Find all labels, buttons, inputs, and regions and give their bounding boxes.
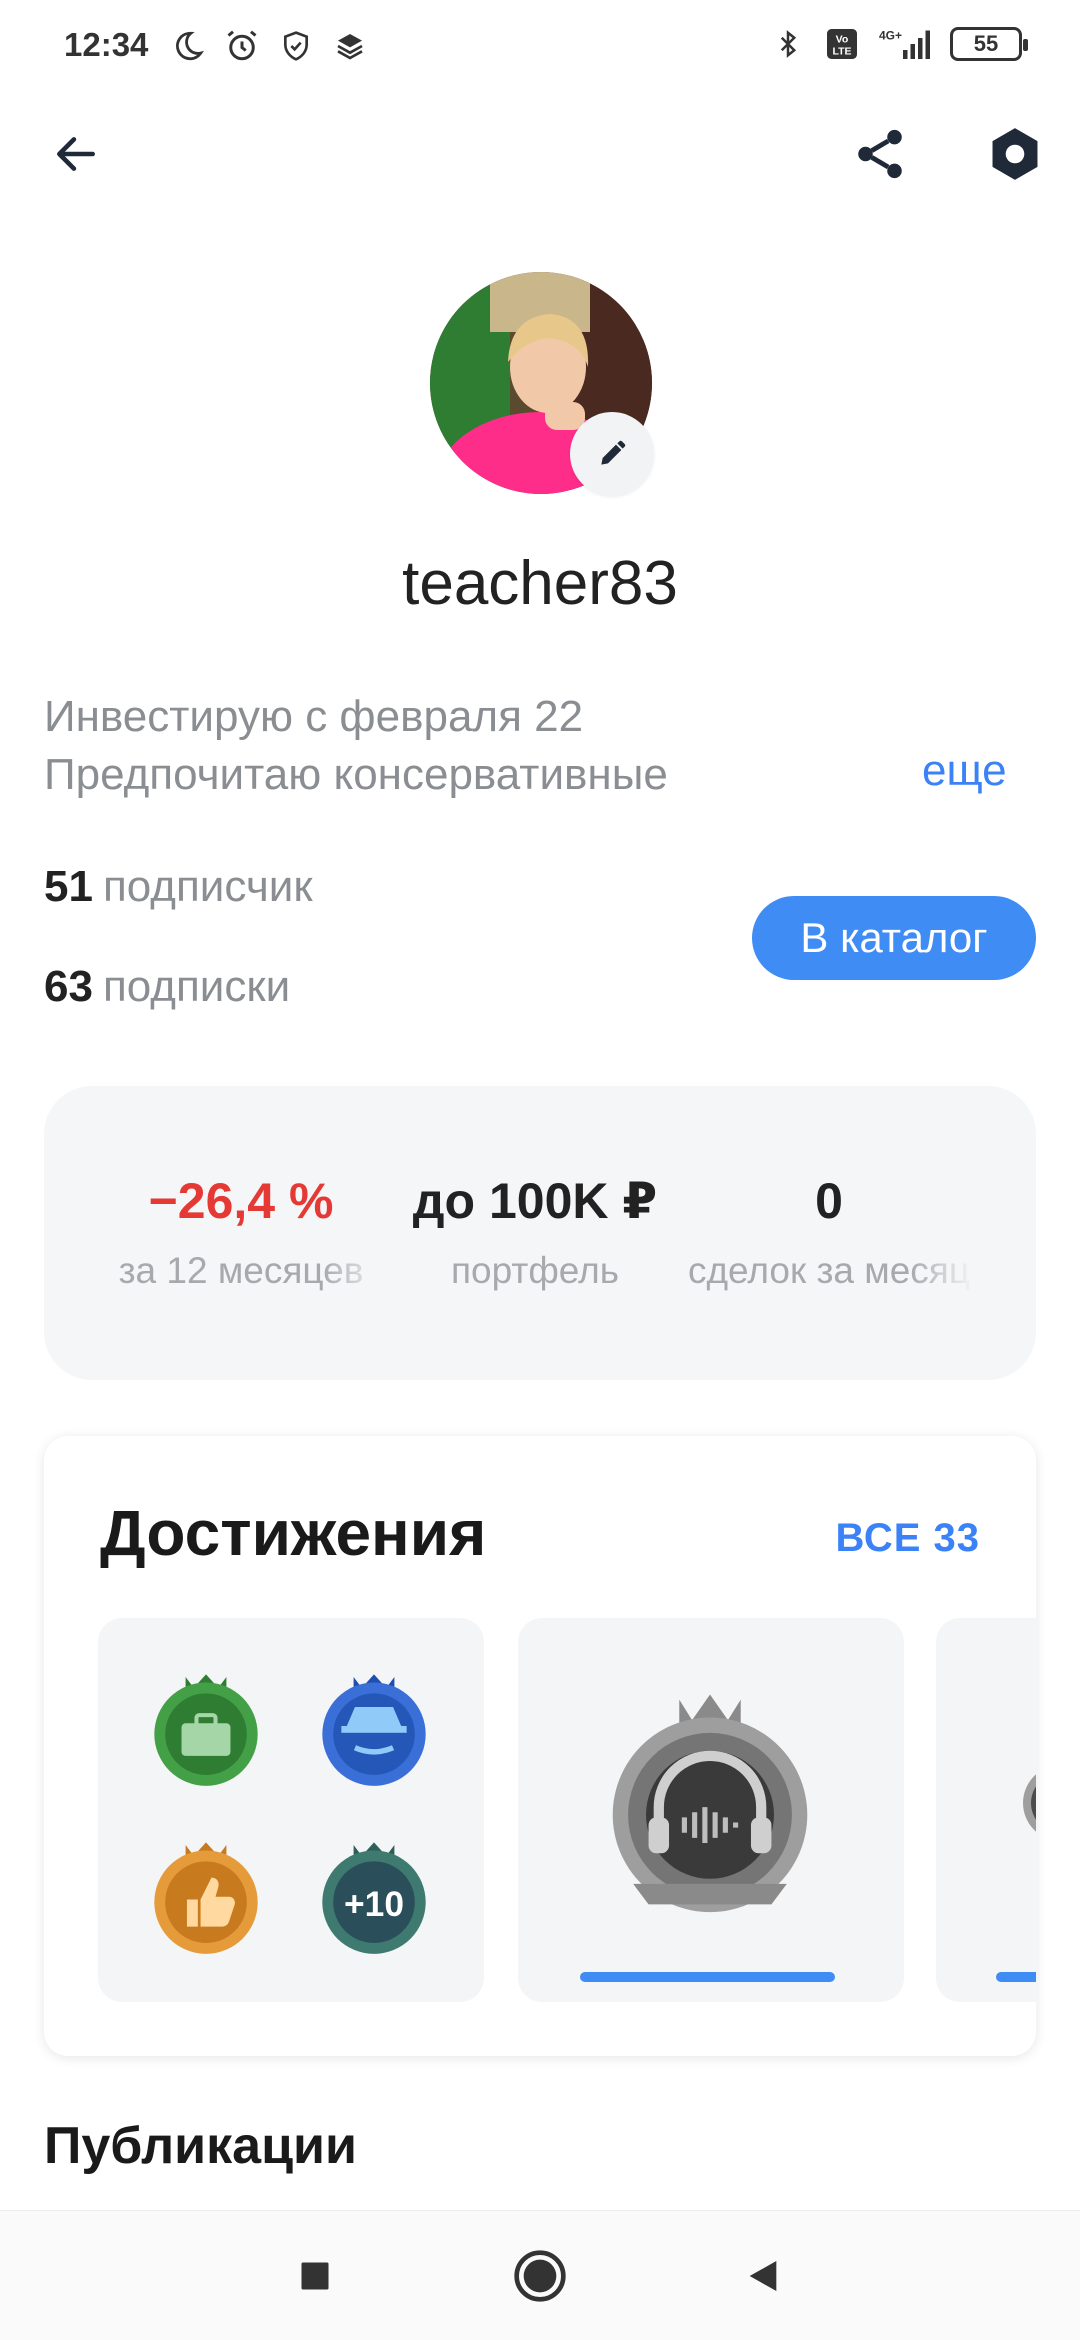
- bio-line-2: Предпочитаю консервативные: [44, 750, 668, 799]
- status-bar: 12:34 Vo LTE 4G+ 55: [0, 0, 1080, 96]
- bluetooth-icon: [768, 24, 808, 64]
- signal-icon: 4G+: [876, 24, 936, 64]
- badge-partial-icon: [1023, 1774, 1036, 1832]
- followers-link[interactable]: 51 подписчик: [44, 862, 313, 912]
- following-link[interactable]: 63 подписки: [44, 962, 290, 1012]
- bio-line-1: Инвестирую с февраля 22: [44, 692, 584, 741]
- status-icons-right: Vo LTE 4G+ 55: [768, 24, 1028, 64]
- battery-indicator: 55: [950, 27, 1028, 61]
- achievement-progress-bar-partial: [996, 1972, 1036, 1982]
- achievements-all-link[interactable]: ВСЕ 33: [835, 1516, 980, 1561]
- stats-card: −26,4 % за 12 месяцев до 100K ₽ портфель…: [44, 1086, 1036, 1380]
- achievements-title: Достижения: [100, 1497, 487, 1569]
- achievement-progress-bar: [580, 1972, 835, 1982]
- settings-hexagon-icon: [992, 128, 1038, 180]
- back-arrow-icon: [57, 137, 95, 171]
- share-icon: [858, 129, 902, 179]
- shield-icon: [276, 26, 316, 66]
- back-nav-button[interactable]: [728, 2241, 798, 2311]
- recent-apps-icon: [301, 2262, 329, 2290]
- more-badges-icon: +10: [322, 1842, 426, 1954]
- achievement-tile-partial[interactable]: [936, 1618, 1036, 2002]
- top-toolbar: [0, 104, 1080, 200]
- achievement-tile-headphones[interactable]: [518, 1618, 904, 2002]
- catalog-button[interactable]: В каталог: [752, 896, 1036, 980]
- stat-deals-value: 0: [815, 1173, 843, 1229]
- following-count: 63: [44, 962, 93, 1011]
- achievement-group-tile[interactable]: +10: [98, 1618, 484, 2002]
- stat-yield-value: −26,4 %: [148, 1173, 334, 1229]
- settings-button[interactable]: [975, 114, 1055, 194]
- briefcase-badge-icon: [154, 1674, 258, 1786]
- volte-icon: Vo LTE: [822, 24, 862, 64]
- stat-yield-label: за 12 месяцев: [118, 1250, 364, 1291]
- layers-icon: [330, 26, 370, 66]
- stat-portfolio-label: портфель: [451, 1250, 619, 1291]
- alarm-icon: [222, 26, 262, 66]
- svg-text:Vo: Vo: [836, 34, 849, 46]
- back-triangle-icon: [749, 2261, 777, 2291]
- back-button[interactable]: [36, 114, 116, 194]
- stat-deals: 0 сделок за месяц: [684, 1172, 974, 1292]
- publications-title: Публикации: [44, 2117, 357, 2175]
- svg-text:LTE: LTE: [832, 46, 851, 58]
- detective-badge-icon: [322, 1674, 426, 1786]
- status-time: 12:34: [64, 26, 149, 63]
- status-icons-left: [168, 26, 370, 66]
- home-button[interactable]: [505, 2241, 575, 2311]
- avatar-container: [430, 272, 654, 496]
- moon-icon: [168, 26, 208, 66]
- bio: Инвестирую с февраля 22 Предпочитаю конс…: [44, 688, 924, 804]
- stat-deals-label: сделок за месяц: [687, 1250, 971, 1291]
- followers-label: подписчик: [102, 862, 313, 911]
- more-badges-count: +10: [344, 1885, 404, 1924]
- home-icon: [514, 2250, 566, 2302]
- stat-portfolio: до 100K ₽ портфель: [390, 1172, 680, 1292]
- headphones-badge-icon: [612, 1694, 808, 1913]
- share-button[interactable]: [840, 114, 920, 194]
- followers-count: 51: [44, 862, 93, 911]
- pencil-icon: [601, 440, 626, 465]
- system-nav-bar: [0, 2210, 1080, 2340]
- achievements-card: Достижения ВСЕ 33 +10: [44, 1436, 1036, 2056]
- edit-avatar-button[interactable]: [570, 412, 654, 496]
- network-type-label: 4G+: [879, 29, 902, 43]
- thumbs-up-badge-icon: [154, 1842, 258, 1954]
- stat-yield: −26,4 % за 12 месяцев: [96, 1172, 386, 1292]
- recent-apps-button[interactable]: [280, 2241, 350, 2311]
- username: teacher83: [402, 549, 678, 618]
- bio-more-link[interactable]: еще: [922, 746, 1007, 796]
- stat-portfolio-value: до 100K ₽: [412, 1173, 658, 1229]
- following-label: подписки: [102, 962, 291, 1011]
